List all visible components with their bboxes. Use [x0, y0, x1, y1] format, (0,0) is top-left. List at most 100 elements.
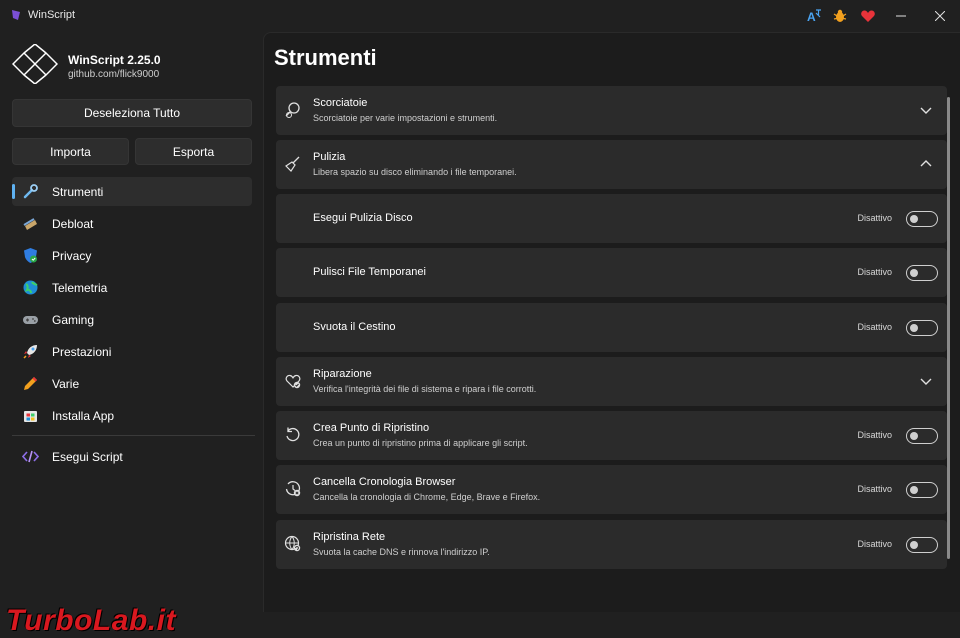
sidebar-item-gaming[interactable]: Gaming: [12, 305, 252, 334]
section-description: Scorciatoie per varie impostazioni e str…: [313, 113, 498, 123]
section-riparazione[interactable]: Riparazione Verifica l'integrità dei fil…: [276, 357, 947, 406]
option-crea-punto-ripristino: Crea Punto di Ripristino Crea un punto d…: [276, 411, 947, 460]
sidebar-item-installa-app[interactable]: Installa App: [12, 401, 252, 430]
section-title: Scorciatoie: [313, 97, 368, 109]
heart-icon: [861, 10, 875, 22]
option-esegui-pulizia-disco: Esegui Pulizia Disco Disattivo: [276, 194, 947, 243]
import-button[interactable]: Importa: [12, 138, 129, 165]
pencil-icon: [24, 377, 37, 390]
gamepad-icon: [23, 316, 38, 324]
restore-icon: [286, 427, 300, 442]
history-clear-icon: [285, 481, 301, 497]
section-title: Pulizia: [313, 151, 346, 163]
network-reset-icon: [284, 535, 301, 552]
toggle-status: Disattivo: [857, 267, 892, 277]
toggle-switch[interactable]: [906, 482, 938, 498]
shield-icon: [24, 248, 37, 263]
toggle-status: Disattivo: [857, 539, 892, 549]
close-button[interactable]: [917, 0, 960, 32]
code-icon: [22, 450, 39, 463]
toggle-switch[interactable]: [906, 211, 938, 227]
option-title: Svuota il Cestino: [313, 321, 396, 333]
toggle-status: Disattivo: [857, 213, 892, 223]
toggle-knob: [910, 269, 918, 277]
toggle-knob: [910, 541, 918, 549]
option-title: Ripristina Rete: [313, 531, 386, 543]
broom-outline-icon: [285, 156, 300, 172]
run-script-button[interactable]: Esegui Script: [12, 442, 252, 471]
option-description: Svuota la cache DNS e rinnova l'indirizz…: [313, 547, 490, 557]
sidebar-item-label: Varie: [52, 377, 80, 391]
section-scorciatoie[interactable]: Scorciatoie Scorciatoie per varie impost…: [276, 86, 947, 135]
option-title: Esegui Pulizia Disco: [313, 212, 413, 224]
app-store-icon: [24, 411, 37, 422]
sidebar-item-debloat[interactable]: Debloat: [12, 209, 252, 238]
toggle-switch[interactable]: [906, 265, 938, 281]
sidebar-item-telemetria[interactable]: Telemetria: [12, 273, 252, 302]
sidebar-item-label: Debloat: [52, 217, 94, 231]
watermark: TurboLab.it: [6, 604, 176, 637]
bug-report-button[interactable]: [826, 4, 854, 28]
option-ripristina-rete: Ripristina Rete Svuota la cache DNS e ri…: [276, 520, 947, 569]
toggle-status: Disattivo: [857, 322, 892, 332]
heart-repair-icon: [285, 374, 301, 389]
wrench-icon: [23, 184, 38, 199]
toggle-knob: [910, 432, 918, 440]
option-title: Crea Punto di Ripristino: [313, 422, 430, 434]
app-logo-icon: [12, 10, 20, 20]
sidebar-item-varie[interactable]: Varie: [12, 369, 252, 398]
rocket-icon: [23, 345, 37, 359]
option-description: Crea un punto di ripristino prima di app…: [313, 438, 528, 448]
main-panel: Strumenti Scorciatoie Scorciatoie per va…: [263, 32, 960, 612]
sidebar-item-label: Installa App: [52, 409, 115, 423]
sidebar-divider: [12, 435, 255, 436]
winscript-logo-icon: [12, 44, 58, 84]
option-pulisci-file-temporanei: Pulisci File Temporanei Disattivo: [276, 248, 947, 297]
window-title: WinScript: [28, 9, 76, 21]
toggle-status: Disattivo: [857, 484, 892, 494]
section-title: Riparazione: [313, 368, 372, 380]
chevron-down-icon[interactable]: [919, 374, 933, 388]
section-description: Libera spazio su disco eliminando i file…: [313, 167, 517, 177]
app-repo-link[interactable]: github.com/flick9000: [68, 69, 159, 80]
toggle-switch[interactable]: [906, 537, 938, 553]
broom-icon: [23, 218, 37, 230]
toggle-switch[interactable]: [906, 428, 938, 444]
toggle-status: Disattivo: [857, 430, 892, 440]
toggle-switch[interactable]: [906, 320, 938, 336]
option-title: Cancella Cronologia Browser: [313, 476, 456, 488]
title-bar: WinScript A: [0, 0, 960, 32]
toggle-knob: [910, 324, 918, 332]
option-title: Pulisci File Temporanei: [313, 266, 426, 278]
section-pulizia[interactable]: Pulizia Libera spazio su disco eliminand…: [276, 140, 947, 189]
sidebar-item-label: Telemetria: [52, 281, 108, 295]
sidebar-item-label: Gaming: [52, 313, 95, 327]
sidebar-item-label: Strumenti: [52, 185, 104, 199]
option-cancella-cronologia-browser: Cancella Cronologia Browser Cancella la …: [276, 465, 947, 514]
svg-text:A: A: [807, 10, 816, 24]
toggle-knob: [910, 486, 918, 494]
sidebar-item-label: Privacy: [52, 249, 92, 263]
sidebar: WinScript 2.25.0 github.com/flick9000 De…: [0, 32, 263, 637]
chevron-up-icon[interactable]: [919, 157, 933, 171]
sidebar-item-privacy[interactable]: Privacy: [12, 241, 252, 270]
translate-icon: A: [807, 9, 821, 24]
globe-icon: [23, 280, 38, 295]
sidebar-item-label: Prestazioni: [52, 345, 112, 359]
bug-icon: [833, 9, 847, 22]
shortcut-search-icon: [285, 102, 300, 118]
option-description: Cancella la cronologia di Chrome, Edge, …: [313, 492, 541, 502]
toggle-knob: [910, 215, 918, 223]
page-title: Strumenti: [274, 45, 377, 70]
scrollbar[interactable]: [947, 97, 950, 559]
section-description: Verifica l'integrità dei file di sistema…: [313, 384, 537, 394]
minimize-icon: [896, 15, 906, 17]
option-svuota-cestino: Svuota il Cestino Disattivo: [276, 303, 947, 352]
sidebar-item-strumenti[interactable]: Strumenti: [12, 177, 252, 206]
deselect-all-button[interactable]: Deseleziona Tutto: [12, 99, 252, 127]
sidebar-item-prestazioni[interactable]: Prestazioni: [12, 337, 252, 366]
export-button[interactable]: Esporta: [135, 138, 252, 165]
chevron-down-icon[interactable]: [919, 103, 933, 117]
translate-button[interactable]: A: [800, 4, 828, 28]
active-indicator: [12, 184, 15, 199]
